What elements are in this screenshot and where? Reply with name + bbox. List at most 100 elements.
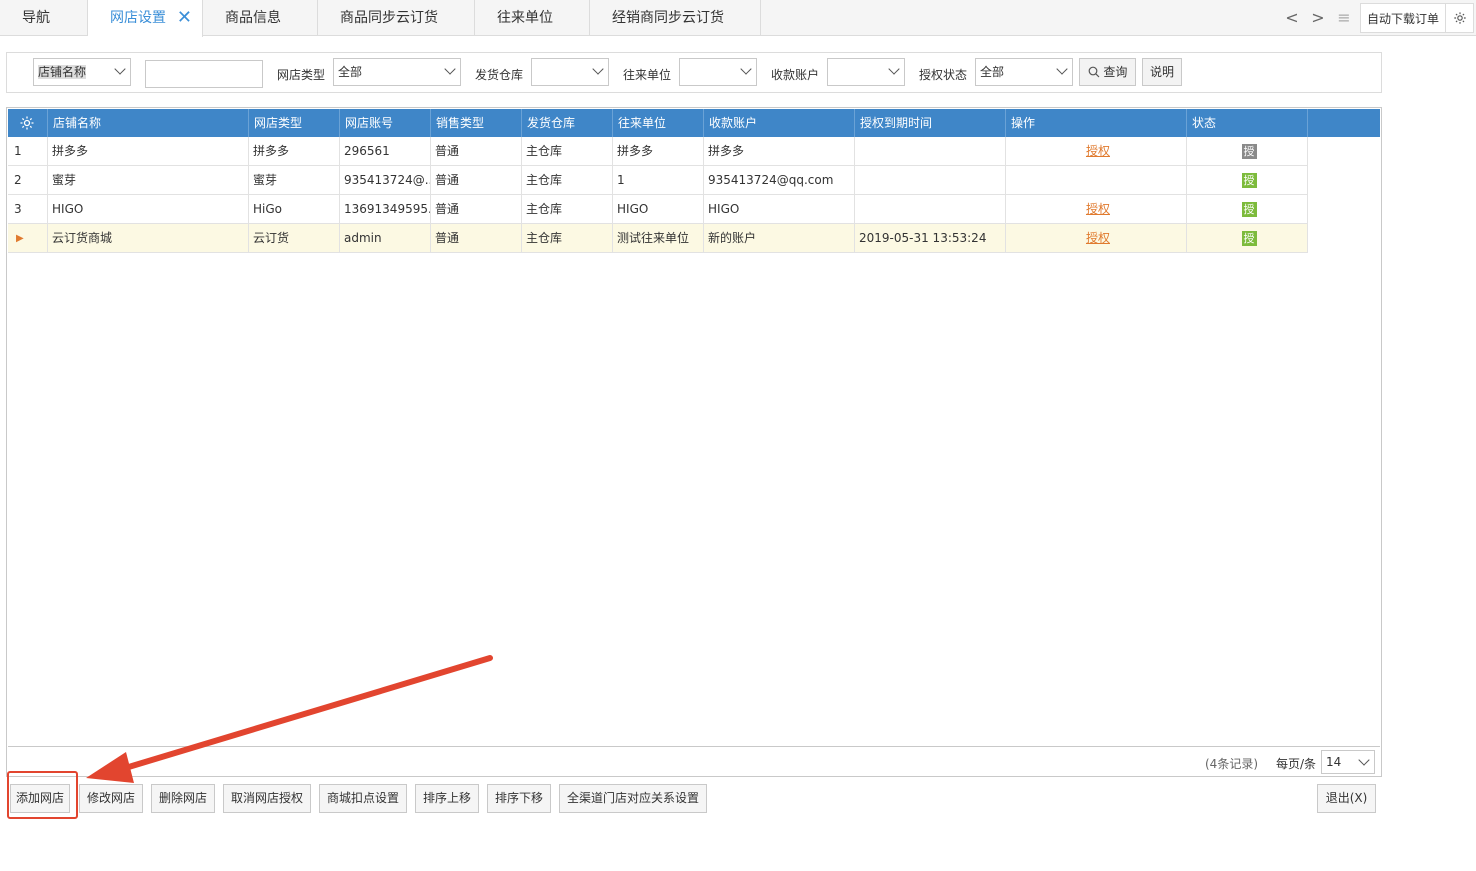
auth-status-icon: 授 [1241, 202, 1257, 217]
partner-label: 往来单位 [623, 68, 672, 82]
warehouse-select[interactable] [531, 58, 609, 86]
auto-download-orders-button[interactable]: 自动下载订单 [1360, 3, 1446, 33]
shop-account-cell: admin [340, 224, 431, 253]
tab-partners[interactable]: 往来单位 [475, 0, 590, 36]
chevron-down-icon [592, 63, 604, 75]
sale-type-cell: 普通 [431, 224, 522, 253]
query-button[interactable]: 查询 [1079, 58, 1136, 86]
shop-name-cell: HIGO [48, 195, 249, 224]
table-row[interactable]: 3 HIGO HiGo 13691349595... 普通 主仓库 HIGO H… [8, 195, 1308, 224]
auth-status-icon: 授 [1241, 231, 1257, 246]
list-icon[interactable]: ≡ [1332, 0, 1356, 36]
authorize-link[interactable]: 授权 [1086, 144, 1110, 158]
warehouse-cell: 主仓库 [522, 137, 613, 166]
auth-status-icon: 授 [1241, 144, 1257, 159]
authorize-link[interactable]: 授权 [1086, 231, 1110, 245]
sale-type-cell: 普通 [431, 195, 522, 224]
cancel-auth-button[interactable]: 取消网店授权 [223, 784, 311, 813]
mall-deduction-button[interactable]: 商城扣点设置 [319, 784, 407, 813]
gear-icon[interactable] [1446, 3, 1474, 33]
tab-label: 导航 [22, 10, 50, 26]
partner-cell: HIGO [613, 195, 704, 224]
tab-shop-settings[interactable]: 网店设置 ✕ [88, 0, 203, 37]
table-row[interactable]: 2 蜜芽 蜜芽 935413724@... 普通 主仓库 1 935413724… [8, 166, 1308, 195]
shop-name-cell: 蜜芽 [48, 166, 249, 195]
tab-product-sync[interactable]: 商品同步云订货 [318, 0, 475, 36]
table-footer: (4条记录) 每页/条 14 [8, 746, 1380, 776]
shop-account-cell: 13691349595... [340, 195, 431, 224]
field-select-value: 店铺名称 [38, 65, 87, 79]
status-cell: 授 [1187, 195, 1308, 224]
shop-table: 店铺名称 网店类型 网店账号 销售类型 发货仓库 往来单位 收款账户 授权到期时… [6, 107, 1382, 777]
expire-cell [855, 137, 1006, 166]
chevron-down-icon [444, 63, 456, 75]
tab-nav[interactable]: 导航 [0, 0, 88, 36]
tab-product-info[interactable]: 商品信息 [203, 0, 318, 36]
auth-status-value: 全部 [980, 65, 1005, 79]
column-header[interactable]: 销售类型 [431, 109, 522, 137]
op-cell: 授权 [1006, 224, 1187, 253]
close-icon[interactable]: ✕ [177, 0, 192, 36]
authorize-link[interactable]: 授权 [1086, 202, 1110, 216]
help-button[interactable]: 说明 [1142, 58, 1182, 86]
per-page-select[interactable]: 14 [1321, 750, 1375, 774]
pay-account-cell: HIGO [704, 195, 855, 224]
search-input[interactable] [145, 60, 263, 88]
shop-type-value: 全部 [338, 65, 363, 79]
status-cell: 授 [1187, 224, 1308, 253]
shop-type-cell: 云订货 [249, 224, 340, 253]
column-header[interactable]: 往来单位 [613, 109, 704, 137]
sale-type-cell: 普通 [431, 137, 522, 166]
sale-type-cell: 普通 [431, 166, 522, 195]
expire-cell [855, 166, 1006, 195]
status-cell: 授 [1187, 166, 1308, 195]
column-header[interactable]: 收款账户 [704, 109, 855, 137]
per-page-label: 每页/条 [1276, 757, 1317, 771]
partner-cell: 测试往来单位 [613, 224, 704, 253]
column-header[interactable]: 网店账号 [340, 109, 431, 137]
query-button-label: 查询 [1103, 65, 1128, 79]
pay-account-cell: 拼多多 [704, 137, 855, 166]
auth-status-select[interactable]: 全部 [975, 58, 1073, 86]
row-number: 3 [8, 195, 48, 224]
tab-label: 商品同步云订货 [340, 10, 438, 26]
tab-label: 经销商同步云订货 [612, 10, 724, 26]
column-header[interactable]: 网店类型 [249, 109, 340, 137]
op-cell: 授权 [1006, 195, 1187, 224]
column-header[interactable]: 状态 [1187, 109, 1308, 137]
pay-account-cell: 935413724@qq.com [704, 166, 855, 195]
column-settings-gear-icon[interactable] [8, 109, 48, 137]
exit-button[interactable]: 退出(X) [1317, 784, 1376, 813]
shop-type-label: 网店类型 [277, 68, 326, 82]
record-count: (4条记录) [1205, 757, 1258, 771]
shop-account-cell: 296561 [340, 137, 431, 166]
chevron-right-icon[interactable]: > [1306, 0, 1330, 36]
shop-type-select[interactable]: 全部 [333, 58, 461, 86]
shop-account-cell: 935413724@... [340, 166, 431, 195]
per-page-value: 14 [1326, 755, 1342, 769]
table-row[interactable]: 1 拼多多 拼多多 296561 普通 主仓库 拼多多 拼多多 授权 授 [8, 137, 1308, 166]
account-label: 收款账户 [771, 68, 820, 82]
delete-shop-button[interactable]: 删除网店 [151, 784, 215, 813]
sort-down-button[interactable]: 排序下移 [487, 784, 551, 813]
field-select[interactable]: 店铺名称 [33, 58, 131, 86]
account-select[interactable] [827, 58, 905, 86]
sort-up-button[interactable]: 排序上移 [415, 784, 479, 813]
partner-cell: 1 [613, 166, 704, 195]
column-header[interactable]: 操作 [1006, 109, 1187, 137]
warehouse-label: 发货仓库 [475, 68, 524, 82]
warehouse-cell: 主仓库 [522, 224, 613, 253]
partner-select[interactable] [679, 58, 757, 86]
row-number: 2 [8, 166, 48, 195]
chevron-left-icon[interactable]: < [1280, 0, 1304, 36]
column-header[interactable]: 发货仓库 [522, 109, 613, 137]
chevron-down-icon [1358, 754, 1370, 766]
column-header[interactable]: 店铺名称 [48, 109, 249, 137]
edit-shop-button[interactable]: 修改网店 [79, 784, 143, 813]
table-header: 店铺名称 网店类型 网店账号 销售类型 发货仓库 往来单位 收款账户 授权到期时… [8, 109, 1380, 137]
table-row-selected[interactable]: ▶ 云订货商城 云订货 admin 普通 主仓库 测试往来单位 新的账户 201… [8, 224, 1308, 253]
column-header[interactable]: 授权到期时间 [855, 109, 1006, 137]
tab-dealer-sync[interactable]: 经销商同步云订货 [590, 0, 761, 36]
omnichannel-store-mapping-button[interactable]: 全渠道门店对应关系设置 [559, 784, 707, 813]
chevron-down-icon [1056, 63, 1068, 75]
